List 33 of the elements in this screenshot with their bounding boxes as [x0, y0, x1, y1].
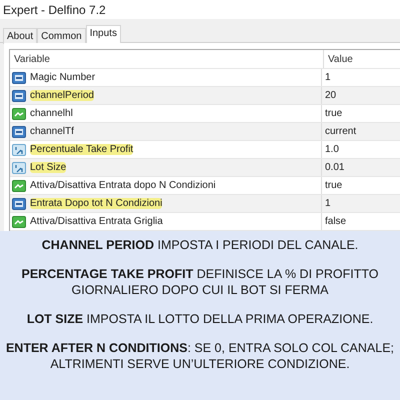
variable-value: 1: [325, 72, 331, 83]
variable-name: channelPeriod: [30, 90, 94, 101]
variable-name: Attiva/Disattiva Entrata dopo N Condizioni: [30, 180, 216, 191]
variable-name: Lot Size: [30, 162, 66, 173]
caption-text: PERCENTAGE TAKE PROFIT DEFINISCE LA % DI PROFITTO GIORNALIERO DOPO CUI IL BOT SI FERMA: [20, 266, 380, 298]
variable-value: true: [325, 108, 342, 119]
variable-value: true: [325, 180, 342, 191]
variable-value: 1.0: [325, 144, 339, 155]
variable-value: false: [325, 216, 346, 227]
caption-text: LOT SIZE IMPOSTA IL LOTTO DELLA PRIMA OPERAZIONE.: [26, 311, 374, 327]
tab[interactable]: Inputs: [86, 25, 121, 44]
number-type-icon: [12, 72, 26, 84]
variable-name: Entrata Dopo tot N Condizioni: [30, 198, 162, 209]
variable-value: 1: [325, 198, 331, 209]
fraction-type-icon: [12, 162, 26, 174]
tab[interactable]: About: [3, 28, 38, 44]
variable-name: Magic Number: [30, 72, 96, 83]
column-header[interactable]: Variable: [10, 50, 324, 68]
caption-text: ENTER AFTER N CONDITIONS: SE 0, ENTRA SOLO COL CANALE; ALTRIMENTI SERVE UN’ULTERIORE CONDIZIONE.: [5, 340, 395, 372]
tab[interactable]: Common: [37, 28, 86, 44]
variable-name: Attiva/Disattiva Entrata Griglia: [30, 216, 163, 227]
column-header[interactable]: Value: [324, 50, 400, 68]
variable-name: channelhl: [30, 108, 73, 119]
variable-value: 20: [325, 90, 336, 101]
fraction-type-icon: [12, 144, 26, 156]
caption-text: CHANNEL PERIOD IMPOSTA I PERIODI DEL CANALE.: [40, 237, 360, 253]
number-type-icon: [12, 90, 26, 102]
number-type-icon: [12, 198, 26, 210]
variable-value: current: [325, 126, 356, 137]
variable-value: 0.01: [325, 162, 344, 173]
number-type-icon: [12, 126, 26, 138]
variable-name: channelTf: [30, 126, 74, 137]
window-title: Expert - Delfino 7.2: [3, 2, 106, 16]
